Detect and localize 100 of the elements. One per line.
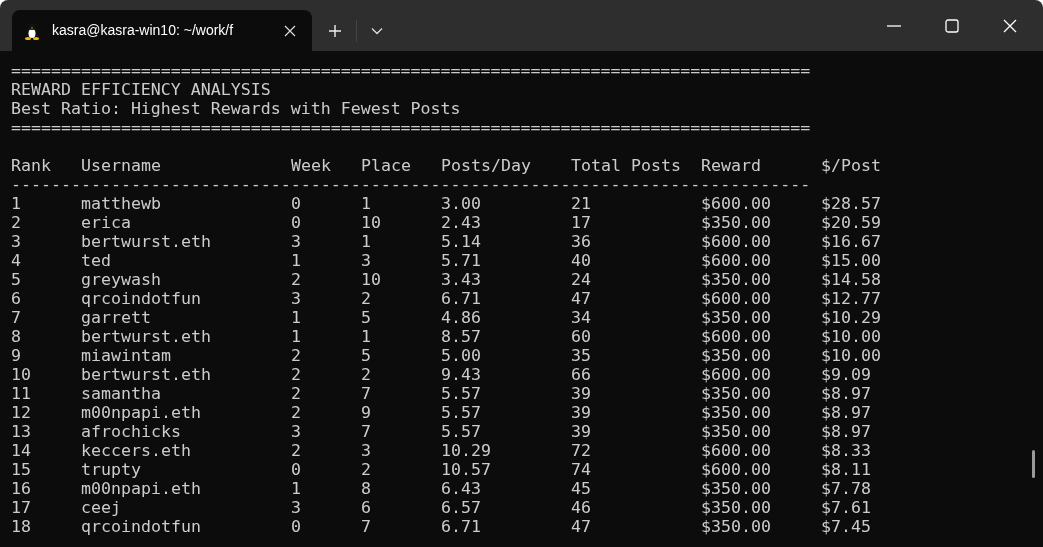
table-cell: $600.00 [701,327,771,346]
table-cell: 2 [291,403,301,422]
table-cell: greywash [81,270,161,289]
table-cell: 60 [571,327,591,346]
table-cell: bertwurst.eth [81,365,211,384]
report-subtitle: Best Ratio: Highest Rewards with Fewest Posts [11,99,461,118]
table-cell: m00npapi.eth [81,479,201,498]
table-cell: 47 [571,517,591,536]
table-cell: $350.00 [701,270,771,289]
terminal-tab[interactable]: kasra@kasra-win10: ~/work/f [12,10,312,51]
table-cell: 17 [571,213,591,232]
table-cell: 3.00 [441,194,481,213]
table-cell: $9.09 [821,365,871,384]
table-cell: 2.43 [441,213,481,232]
table-cell: 1 [361,327,371,346]
table-cell: $8.97 [821,403,871,422]
table-cell: 9.43 [441,365,481,384]
table-cell: 36 [571,232,591,251]
table-cell: 14 [11,441,31,460]
table-cell: 1 [361,194,371,213]
table-cell: 5.57 [441,384,481,403]
table-cell: $600.00 [701,441,771,460]
rule-line: -------------------------------------------------------------------------------- [11,175,811,194]
table-cell: $600.00 [701,289,771,308]
table-cell: 1 [291,251,301,270]
table-cell: 1 [291,327,301,346]
table-cell: 0 [291,194,301,213]
table-cell: 10.57 [441,460,491,479]
maximize-icon [945,18,959,33]
table-cell: 5.00 [441,346,481,365]
table-cell: qrcoindotfun [81,517,201,536]
close-icon[interactable] [284,24,296,37]
table-cell: 17 [11,498,31,517]
table-cell: 9 [11,346,21,365]
table-cell: 8 [361,479,371,498]
table-cell: ceej [81,498,121,517]
table-cell: 3 [291,498,301,517]
table-cell: 11 [11,384,31,403]
table-cell: $10.00 [821,346,881,365]
table-cell: qrcoindotfun [81,289,201,308]
table-cell: 3 [361,251,371,270]
table-cell: 39 [571,422,591,441]
table-cell: 10 [361,270,381,289]
table-cell: 2 [11,213,21,232]
table-cell: 0 [291,213,301,232]
table-cell: $350.00 [701,517,771,536]
table-cell: $350.00 [701,422,771,441]
table-cell: 7 [361,422,371,441]
table-cell: 3 [291,289,301,308]
dropdown-icon[interactable] [371,26,383,35]
table-cell: 6.71 [441,517,481,536]
table-cell: 10 [11,365,31,384]
table-cell: 72 [571,441,591,460]
table-cell: 8.57 [441,327,481,346]
table-cell: 7 [361,384,371,403]
table-cell: ted [81,251,111,270]
table-cell: 24 [571,270,591,289]
column-header: Week [291,156,331,175]
table-cell: 3.43 [441,270,481,289]
rule-line: ================================================================================ [11,61,811,80]
table-cell: 9 [361,403,371,422]
table-cell: 7 [361,517,371,536]
table-cell: 74 [571,460,591,479]
table-cell: $350.00 [701,403,771,422]
table-cell: 5.57 [441,403,481,422]
table-cell: 6.43 [441,479,481,498]
table-cell: 2 [361,365,371,384]
table-cell: 21 [571,194,591,213]
table-cell: 2 [361,289,371,308]
table-cell: 15 [11,460,31,479]
table-cell: matthewb [81,194,161,213]
table-cell: m00npapi.eth [81,403,201,422]
table-cell: 0 [291,460,301,479]
table-cell: 7 [11,308,21,327]
table-cell: 6 [11,289,21,308]
column-header: Place [361,156,411,175]
rule-line: ================================================================================ [11,118,811,137]
table-cell: 10 [361,213,381,232]
table-cell: 3 [11,232,21,251]
table-cell: erica [81,213,131,232]
table-cell: 40 [571,251,591,270]
table-cell: 2 [291,384,301,403]
table-cell: trupty [81,460,141,479]
table-cell: 5.14 [441,232,481,251]
table-cell: samantha [81,384,161,403]
table-cell: $8.11 [821,460,871,479]
table-cell: 2 [291,365,301,384]
table-cell: $600.00 [701,232,771,251]
table-cell: 3 [291,232,301,251]
table-cell: $350.00 [701,498,771,517]
table-cell: 2 [361,460,371,479]
table-cell: 5.71 [441,251,481,270]
column-header: Rank [11,156,51,175]
scrollbar-thumb[interactable] [1032,450,1035,478]
table-cell: 6 [361,498,371,517]
table-cell: $350.00 [701,384,771,403]
new-tab-icon[interactable] [328,23,342,38]
report-title: REWARD EFFICIENCY ANALYSIS [11,80,271,99]
table-cell: $350.00 [701,308,771,327]
table-cell: 10.29 [441,441,491,460]
